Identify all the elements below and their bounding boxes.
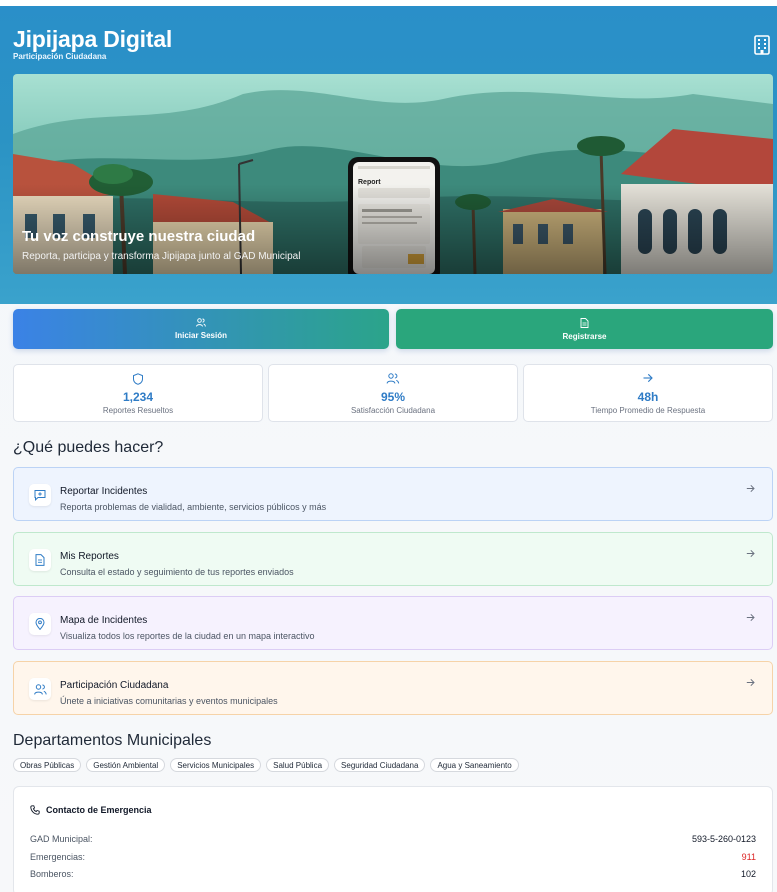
emergency-number[interactable]: 593-5-260-0123: [692, 834, 756, 844]
feature-icon-box: [29, 484, 51, 506]
emergency-row: Emergencias: 911: [30, 852, 756, 862]
shield-icon: [133, 373, 143, 385]
stat-value: 1,234: [122, 390, 154, 404]
arrow-right-icon: [643, 373, 653, 383]
users-icon: [386, 373, 400, 384]
department-chips: Obras Públicas Gestión Ambiental Servici…: [13, 758, 519, 772]
hero-banner: Report Tu voz construye nuestra ciudad R…: [13, 74, 773, 274]
feature-title: Reportar Incidentes: [60, 486, 148, 497]
arrow-right-icon: [746, 549, 755, 558]
arrow-right-icon: [746, 484, 755, 493]
stat-card-satisfaction: 95% Satisfacción Ciudadana: [268, 364, 518, 422]
feature-title: Mis Reportes: [60, 551, 119, 562]
header: Jipijapa Digital Participación Ciudadana: [0, 6, 777, 304]
app-title: Jipijapa Digital: [13, 26, 173, 52]
register-label: Registrarse: [562, 331, 607, 341]
departments-heading: Departamentos Municipales: [13, 732, 212, 749]
department-chip[interactable]: Salud Pública: [266, 758, 330, 772]
message-plus-icon: [34, 490, 46, 501]
login-button[interactable]: Iniciar Sesión: [13, 309, 389, 349]
feature-title: Participación Ciudadana: [60, 680, 169, 691]
users-icon: [33, 683, 47, 695]
emergency-label: GAD Municipal:: [30, 834, 93, 844]
department-chip[interactable]: Obras Públicas: [13, 758, 82, 772]
emergency-label: Emergencias:: [30, 852, 86, 862]
feature-card-map[interactable]: Mapa de Incidentes Visualiza todos los r…: [13, 596, 773, 650]
stat-label: Satisfacción Ciudadana: [350, 406, 436, 415]
department-chip[interactable]: Seguridad Ciudadana: [334, 758, 426, 772]
emergency-title: Contacto de Emergencia: [46, 805, 152, 815]
feature-title: Mapa de Incidentes: [60, 615, 148, 626]
stat-value: 95%: [380, 390, 406, 404]
document-icon: [35, 554, 45, 566]
feature-card-participation[interactable]: Participación Ciudadana Únete a iniciati…: [13, 661, 773, 715]
stat-card-response-time: 48h Tiempo Promedio de Respuesta: [523, 364, 773, 422]
app-subtitle: Participación Ciudadana: [13, 52, 107, 61]
feature-icon-box: [29, 549, 51, 571]
department-chip[interactable]: Servicios Municipales: [170, 758, 262, 772]
feature-description: Reporta problemas de vialidad, ambiente,…: [60, 502, 327, 512]
feature-card-my-reports[interactable]: Mis Reportes Consulta el estado y seguim…: [13, 532, 773, 586]
feature-icon-box: [29, 613, 51, 635]
emergency-contact-card: Contacto de Emergencia GAD Municipal: 59…: [13, 786, 773, 892]
stat-label: Reportes Resueltos: [102, 406, 174, 415]
hero-text: Reporta, participa y transforma Jipijapa…: [22, 251, 301, 262]
building-icon[interactable]: [753, 35, 771, 55]
register-button[interactable]: Registrarse: [396, 309, 773, 349]
document-icon: [580, 317, 589, 328]
users-icon: [196, 318, 206, 327]
emergency-row: GAD Municipal: 593-5-260-0123: [30, 834, 756, 844]
phone-icon: [30, 805, 40, 815]
emergency-number[interactable]: 911: [742, 852, 756, 862]
login-label: Iniciar Sesión: [174, 331, 228, 340]
emergency-row: Bomberos: 102: [30, 869, 756, 879]
stat-card-resolved: 1,234 Reportes Resueltos: [13, 364, 263, 422]
feature-card-report[interactable]: Reportar Incidentes Reporta problemas de…: [13, 467, 773, 521]
department-chip[interactable]: Gestión Ambiental: [86, 758, 166, 772]
arrow-right-icon: [746, 678, 755, 687]
map-pin-icon: [35, 618, 45, 630]
stat-label: Tiempo Promedio de Respuesta: [590, 406, 706, 415]
hero-title: Tu voz construye nuestra ciudad: [22, 228, 256, 245]
stat-value: 48h: [637, 390, 659, 404]
feature-description: Únete a iniciativas comunitarias y event…: [60, 696, 278, 706]
arrow-right-icon: [746, 613, 755, 622]
feature-description: Consulta el estado y seguimiento de tus …: [60, 567, 294, 577]
feature-icon-box: [29, 678, 51, 700]
feature-description: Visualiza todos los reportes de la ciuda…: [60, 631, 315, 641]
emergency-number[interactable]: 102: [741, 869, 756, 879]
features-heading: ¿Qué puedes hacer?: [13, 439, 164, 456]
emergency-header: Contacto de Emergencia: [30, 805, 152, 815]
emergency-label: Bomberos:: [30, 869, 74, 879]
department-chip[interactable]: Agua y Saneamiento: [430, 758, 519, 772]
